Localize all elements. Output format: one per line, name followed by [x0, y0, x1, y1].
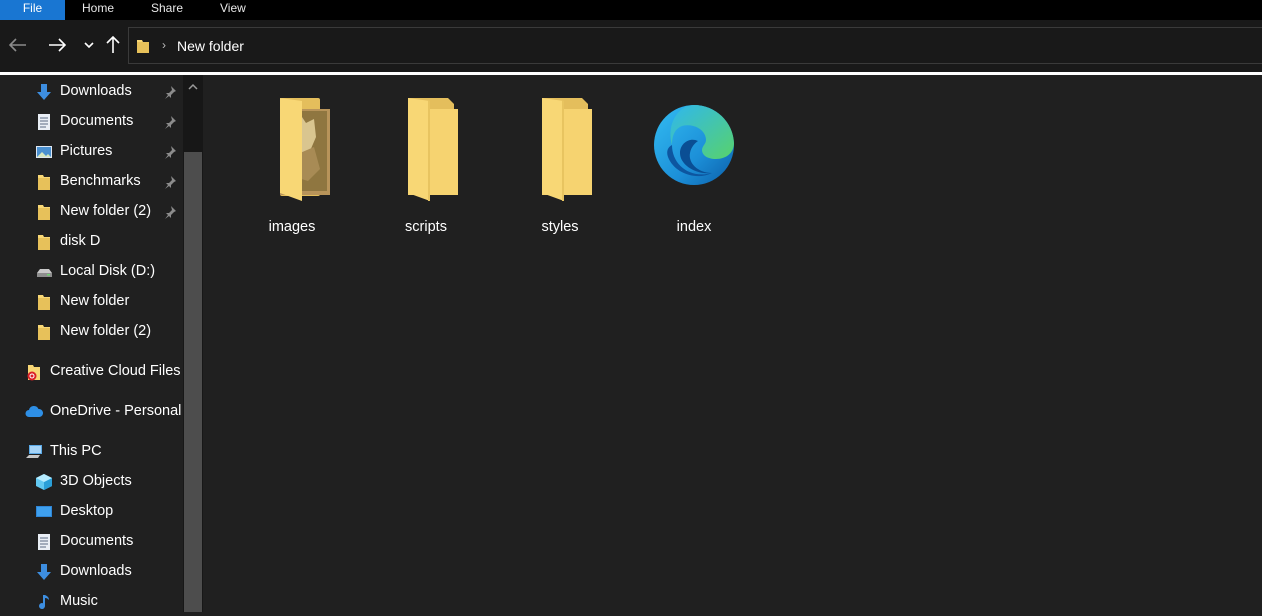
- chevron-down-icon: [84, 42, 94, 49]
- sidebar-item-label: Documents: [60, 113, 134, 129]
- sidebar-item-label: New folder (2): [60, 323, 152, 339]
- sidebar-item-documents[interactable]: Documents: [0, 108, 182, 136]
- this-pc-icon: [26, 445, 42, 458]
- recent-locations-button[interactable]: [78, 34, 100, 56]
- sidebar-item-local-disk-d[interactable]: Local Disk (D:): [0, 258, 182, 286]
- arrow-up-icon: [106, 36, 120, 53]
- edge-browser-icon: [654, 104, 734, 185]
- navigation-pane: Downloads Documents Pictures Benchmarks …: [0, 75, 204, 612]
- file-name: scripts: [405, 219, 447, 235]
- address-path[interactable]: New folder: [177, 38, 244, 54]
- sidebar-item-label: disk D: [60, 233, 101, 249]
- sidebar-item-creative-cloud-files[interactable]: Creative Cloud Files: [0, 358, 182, 386]
- sidebar-item-label: OneDrive - Personal: [50, 403, 182, 419]
- folder-icon: [38, 235, 50, 250]
- sidebar-item-disk-d[interactable]: disk D: [0, 228, 182, 256]
- sidebar-item-documents-pc[interactable]: Documents: [0, 528, 182, 556]
- tab-home[interactable]: Home: [82, 0, 114, 20]
- arrow-left-icon: [9, 38, 26, 52]
- sidebar-item-desktop[interactable]: Desktop: [0, 498, 182, 526]
- up-button[interactable]: [102, 34, 124, 56]
- file-name: images: [268, 219, 316, 235]
- tab-file[interactable]: File: [0, 0, 65, 20]
- sidebar-item-label: Documents: [60, 533, 134, 549]
- sidebar-scrollbar-thumb[interactable]: [184, 152, 202, 612]
- folder-icon: [542, 98, 592, 201]
- file-name: index: [676, 219, 712, 235]
- sidebar-item-pictures[interactable]: Pictures: [0, 138, 182, 166]
- download-arrow-icon: [37, 564, 51, 580]
- address-bar[interactable]: › New folder: [128, 27, 1262, 64]
- file-list-pane: images scripts styles index: [204, 75, 1262, 612]
- scroll-up-icon[interactable]: [188, 83, 198, 91]
- pin-icon[interactable]: [163, 205, 177, 219]
- pin-icon[interactable]: [163, 115, 177, 129]
- file-name: styles: [541, 219, 579, 235]
- folder-icon: [38, 175, 50, 190]
- sidebar-item-label: Creative Cloud Files: [50, 363, 181, 379]
- navigation-bar: › New folder: [0, 20, 1262, 72]
- sidebar-item-benchmarks[interactable]: Benchmarks: [0, 168, 182, 196]
- arrow-right-icon: [49, 38, 66, 52]
- download-arrow-icon: [37, 84, 51, 100]
- folder-with-image-icon: [280, 98, 330, 201]
- folder-icon: [137, 40, 149, 53]
- tab-view[interactable]: View: [220, 0, 246, 20]
- sidebar-item-downloads-pc[interactable]: Downloads: [0, 558, 182, 586]
- sidebar-item-new-folder-2[interactable]: New folder (2): [0, 318, 182, 346]
- pin-icon[interactable]: [163, 145, 177, 159]
- back-button[interactable]: [7, 34, 29, 56]
- sidebar-item-3d-objects[interactable]: 3D Objects: [0, 468, 182, 496]
- sidebar-item-label: Benchmarks: [60, 173, 141, 189]
- sidebar-item-label: This PC: [50, 443, 102, 459]
- sidebar-item-new-folder-2-pinned[interactable]: New folder (2): [0, 198, 182, 226]
- document-icon: [38, 534, 50, 550]
- creative-cloud-icon: [27, 365, 40, 381]
- file-item-index[interactable]: index: [634, 85, 754, 235]
- file-item-scripts[interactable]: scripts: [366, 85, 486, 235]
- folder-icon: [408, 98, 458, 201]
- pictures-icon: [36, 146, 52, 158]
- folder-icon: [38, 205, 50, 220]
- sidebar-item-label: Music: [60, 593, 98, 609]
- 3d-objects-icon: [36, 474, 52, 490]
- desktop-icon: [36, 506, 52, 517]
- chevron-right-icon[interactable]: ›: [162, 38, 166, 52]
- tab-share[interactable]: Share: [151, 0, 183, 20]
- file-item-styles[interactable]: styles: [500, 85, 620, 235]
- pin-icon[interactable]: [163, 175, 177, 189]
- folder-icon: [38, 295, 50, 310]
- sidebar-item-label: New folder (2): [60, 203, 152, 219]
- document-icon: [38, 114, 50, 130]
- sidebar-item-label: Pictures: [60, 143, 113, 159]
- ribbon-tabs: File Home Share View: [0, 0, 1262, 20]
- folder-icon: [38, 325, 50, 340]
- pin-icon[interactable]: [163, 85, 177, 99]
- file-item-images[interactable]: images: [232, 85, 352, 235]
- sidebar-item-label: Downloads: [60, 563, 132, 579]
- sidebar-item-label: Downloads: [60, 83, 132, 99]
- music-note-icon: [39, 595, 49, 610]
- sidebar-item-label: Desktop: [60, 503, 114, 519]
- sidebar-item-onedrive[interactable]: OneDrive - Personal: [0, 398, 182, 426]
- sidebar-item-this-pc[interactable]: This PC: [0, 438, 182, 466]
- sidebar-item-label: New folder: [60, 293, 130, 309]
- drive-icon: [37, 269, 52, 277]
- forward-button[interactable]: [46, 34, 68, 56]
- sidebar-item-downloads[interactable]: Downloads: [0, 78, 182, 106]
- sidebar-item-label: Local Disk (D:): [60, 263, 156, 279]
- onedrive-cloud-icon: [25, 405, 43, 417]
- sidebar-item-new-folder[interactable]: New folder: [0, 288, 182, 316]
- sidebar-item-label: 3D Objects: [60, 473, 132, 489]
